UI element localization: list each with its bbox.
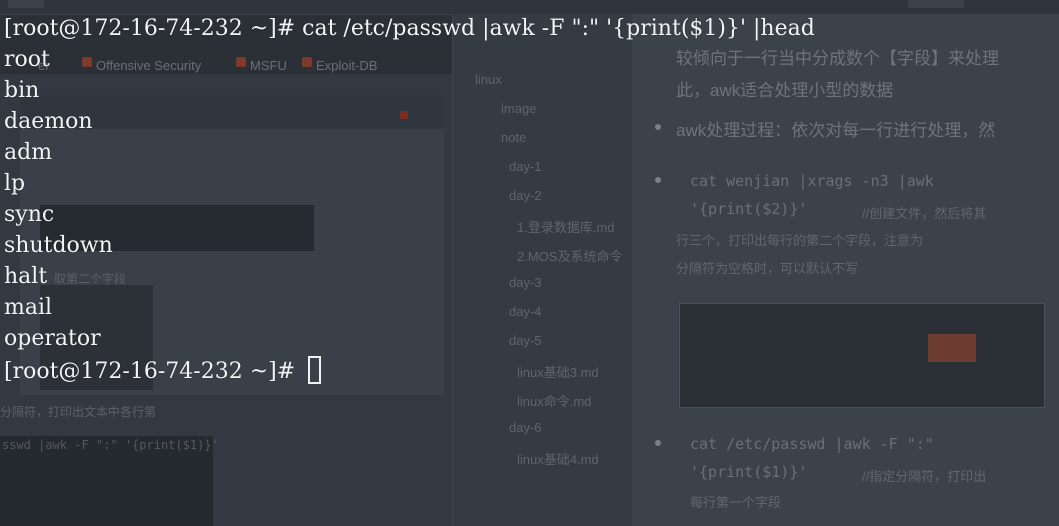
terminal-input-line[interactable]: [root@172-16-74-232 ~]# <box>4 356 322 386</box>
terminal-output-line: halt <box>4 264 48 289</box>
terminal-command: cat /etc/passwd |awk -F ":" '{print($1)}… <box>302 16 815 41</box>
terminal-prompt: [root@172-16-74-232 ~]# <box>4 359 303 384</box>
terminal-output-line: daemon <box>4 109 93 134</box>
terminal-output-line: adm <box>4 140 53 165</box>
terminal-command-line: [root@172-16-74-232 ~]# cat /etc/passwd … <box>4 15 815 43</box>
terminal-output-line: lp <box>4 171 26 196</box>
terminal-output-line: mail <box>4 295 53 320</box>
terminal-output-line: root <box>4 47 50 72</box>
terminal-output-line: operator <box>4 326 101 351</box>
terminal-output-line: shutdown <box>4 233 113 258</box>
terminal-window[interactable]: [root@172-16-74-232 ~]# cat /etc/passwd … <box>0 0 1059 526</box>
terminal-prompt: [root@172-16-74-232 ~]# <box>4 16 303 41</box>
terminal-cursor[interactable] <box>308 356 322 384</box>
terminal-output-line: bin <box>4 78 40 103</box>
terminal-output-line: sync <box>4 202 55 227</box>
